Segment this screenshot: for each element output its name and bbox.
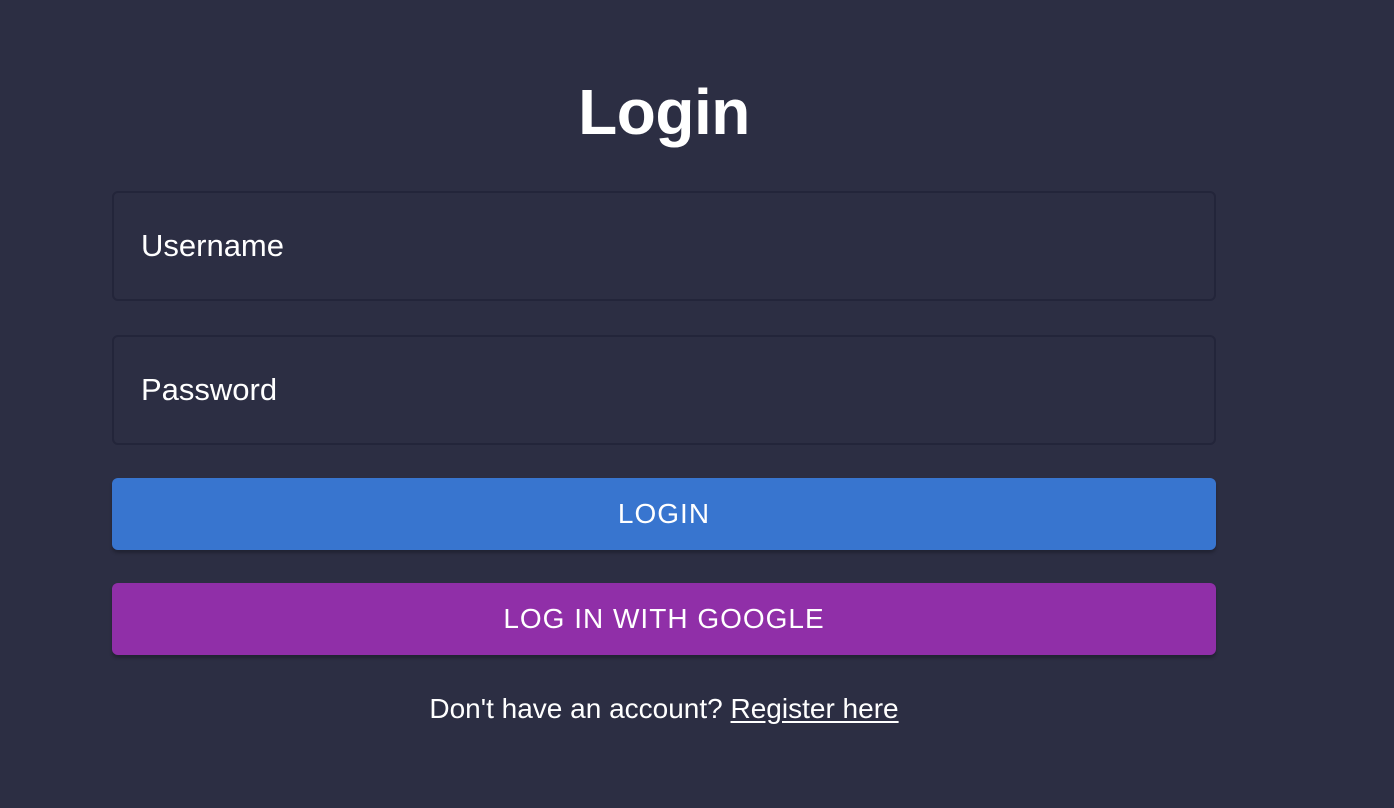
page-title: Login (578, 76, 750, 148)
register-prompt-text: Don't have an account? (429, 693, 723, 724)
login-button[interactable]: LOGIN (112, 478, 1216, 550)
username-field[interactable] (112, 191, 1216, 301)
username-input[interactable] (114, 193, 1214, 299)
register-prompt: Don't have an account? Register here (112, 690, 1216, 728)
password-field[interactable] (112, 335, 1216, 445)
register-link[interactable]: Register here (731, 693, 899, 724)
google-login-button[interactable]: LOG IN WITH GOOGLE (112, 583, 1216, 655)
password-input[interactable] (114, 337, 1214, 443)
login-page: Login LOGIN LOG IN WITH GOOGLE Don't hav… (0, 0, 1394, 808)
